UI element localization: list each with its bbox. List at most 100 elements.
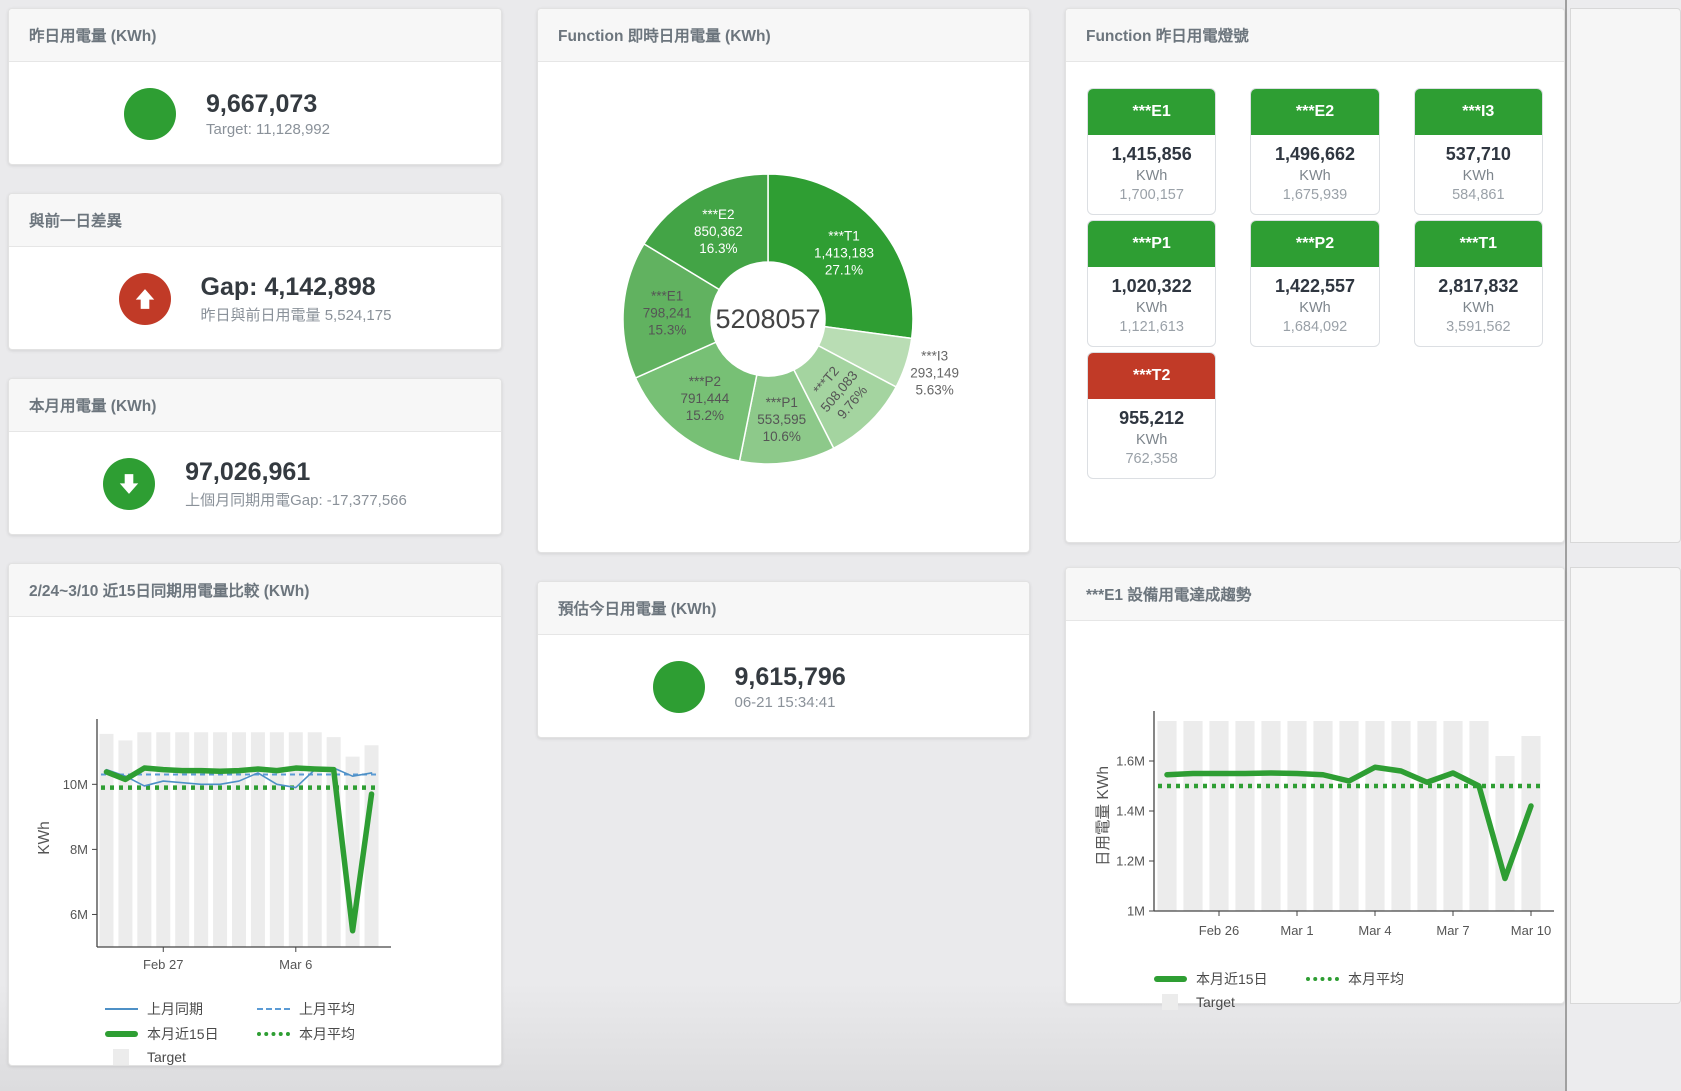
tile-name: ***E2 [1251,89,1378,135]
light-tile-p1[interactable]: ***P1 1,020,322 KWh 1,121,613 [1087,220,1216,347]
15day-comparison-chart: 6M8M10MFeb 27Mar 6KWh [9,617,501,989]
card-title: 昨日用電量 (KWh) [9,9,501,62]
day-gap-value: Gap: 4,142,898 [201,273,392,302]
light-tile-t1[interactable]: ***T1 2,817,832 KWh 3,591,562 [1414,220,1543,347]
green-status-circle-icon [124,88,176,140]
card-yesterday-usage: 昨日用電量 (KWh) 9,667,073 Target: 11,128,992 [8,8,502,165]
tile-value: 1,415,856 [1088,144,1215,165]
legend-label: 上月同期 [147,999,203,1019]
tile-unit: KWh [1415,168,1542,184]
svg-text:Feb 26: Feb 26 [1199,923,1239,938]
svg-text:5208057: 5208057 [715,304,820,334]
tile-name: ***T2 [1088,353,1215,399]
svg-text:Mar 6: Mar 6 [279,957,312,972]
lights-tile-grid: ***E1 1,415,856 KWh 1,700,157 ***E2 1,49… [1066,62,1564,479]
card-month-usage: 本月用電量 (KWh) 97,026,961 上個月同期用電Gap: -17,3… [8,378,502,535]
legend-row: 本月近15日 本月平均 [1154,969,1564,989]
blue-dashed-swatch-icon [257,1008,290,1010]
legend-item[interactable]: 本月近15日 [105,1024,257,1044]
light-tile-e2[interactable]: ***E2 1,496,662 KWh 1,675,939 [1250,88,1379,215]
tile-name: ***P1 [1088,221,1215,267]
arrow-up-icon [119,273,171,325]
day-gap-subtitle: 昨日與前日用電量 5,524,175 [201,304,392,325]
tile-target: 1,700,157 [1088,187,1215,203]
stat-body: 9,667,073 Target: 11,128,992 [9,62,501,166]
svg-text:KWh: KWh [36,821,53,855]
legend-row: 上月同期 上月平均 [105,999,501,1019]
light-tile-i3[interactable]: ***I3 537,710 KWh 584,861 [1414,88,1543,215]
tile-name: ***T1 [1415,221,1542,267]
card-title: Function 昨日用電燈號 [1066,9,1564,62]
estimated-today-value: 9,615,796 [735,663,915,692]
tile-target: 584,861 [1415,187,1542,203]
tile-value: 1,020,322 [1088,276,1215,297]
light-tile-p2[interactable]: ***P2 1,422,557 KWh 1,684,092 [1250,220,1379,347]
legend-item[interactable]: 上月同期 [105,999,257,1019]
card-e1-trend: ***E1 設備用電達成趨勢 1M1.2M1.4M1.6MFeb 26Mar 1… [1065,567,1565,1004]
blue-line-swatch-icon [105,1008,138,1010]
card-realtime-usage: Function 即時日用電量 (KWh) ***T11,413,18327.1… [537,8,1030,553]
tile-value: 1,422,557 [1251,276,1378,297]
svg-text:Mar 1: Mar 1 [1280,923,1313,938]
legend-label: Target [1196,994,1235,1010]
legend-item[interactable]: 本月近15日 [1154,969,1306,989]
svg-text:1M: 1M [1127,904,1145,919]
svg-text:1.2M: 1.2M [1116,854,1145,869]
target-bar-swatch-icon [1162,994,1178,1010]
comparison-legend: 上月同期 上月平均 本月近15日 本月平均 Target [105,999,501,1065]
svg-text:Mar 4: Mar 4 [1358,923,1391,938]
tile-target: 3,591,562 [1415,319,1542,335]
tile-unit: KWh [1088,432,1215,448]
card-title: 預估今日用電量 (KWh) [538,582,1029,635]
partial-card-fragment [1570,567,1681,1004]
card-day-gap: 與前一日差異 Gap: 4,142,898 昨日與前日用電量 5,524,175 [8,193,502,350]
legend-item[interactable]: 本月平均 [1306,969,1458,989]
svg-text:日用電量 KWh: 日用電量 KWh [1095,766,1112,866]
arrow-down-icon [103,458,155,510]
tile-value: 537,710 [1415,144,1542,165]
tile-unit: KWh [1088,168,1215,184]
legend-label: 本月近15日 [147,1024,219,1044]
target-bar-swatch-icon [113,1049,129,1065]
light-tile-t2[interactable]: ***T2 955,212 KWh 762,358 [1087,352,1216,479]
card-title: 本月用電量 (KWh) [9,379,501,432]
tile-target: 762,358 [1088,451,1215,467]
legend-label: 本月平均 [299,1024,355,1044]
trend-legend: 本月近15日 本月平均 Target [1154,969,1564,1010]
legend-item[interactable]: 本月平均 [257,1024,409,1044]
month-usage-value: 97,026,961 [185,458,407,487]
tile-unit: KWh [1088,300,1215,316]
tile-name: ***P2 [1251,221,1378,267]
card-title: Function 即時日用電量 (KWh) [538,9,1029,62]
yesterday-usage-target: Target: 11,128,992 [206,121,386,138]
svg-text:Mar 10: Mar 10 [1511,923,1551,938]
light-tile-e1[interactable]: ***E1 1,415,856 KWh 1,700,157 [1087,88,1216,215]
legend-label: 上月平均 [299,999,355,1019]
stat-text: 9,667,073 Target: 11,128,992 [206,90,386,139]
legend-label: Target [147,1049,186,1065]
legend-item[interactable]: Target [1154,994,1306,1010]
legend-label: 本月近15日 [1196,969,1268,989]
tile-target: 1,121,613 [1088,319,1215,335]
legend-row: 本月近15日 本月平均 [105,1024,501,1044]
stat-body: 97,026,961 上個月同期用電Gap: -17,377,566 [9,432,501,536]
tile-value: 2,817,832 [1415,276,1542,297]
card-usage-lights: Function 昨日用電燈號 ***E1 1,415,856 KWh 1,70… [1065,8,1565,543]
tile-target: 1,684,092 [1251,319,1378,335]
legend-item[interactable]: 上月平均 [257,999,409,1019]
tile-unit: KWh [1251,168,1378,184]
tile-target: 1,675,939 [1251,187,1378,203]
window-edge-divider [1565,0,1567,1091]
month-usage-gap: 上個月同期用電Gap: -17,377,566 [185,489,407,510]
stat-text: 9,615,796 06-21 15:34:41 [735,663,915,712]
card-title: 與前一日差異 [9,194,501,247]
legend-item[interactable]: Target [105,1049,257,1065]
svg-text:Mar 7: Mar 7 [1436,923,1469,938]
tile-name: ***I3 [1415,89,1542,135]
yesterday-usage-value: 9,667,073 [206,90,386,119]
card-estimated-today: 預估今日用電量 (KWh) 9,615,796 06-21 15:34:41 [537,581,1030,738]
realtime-usage-donut-chart: ***T11,413,18327.1%***I3293,1495.63%***T… [538,62,1029,552]
tile-unit: KWh [1415,300,1542,316]
stat-text: 97,026,961 上個月同期用電Gap: -17,377,566 [185,458,407,511]
green-line-swatch-icon [1154,976,1187,982]
